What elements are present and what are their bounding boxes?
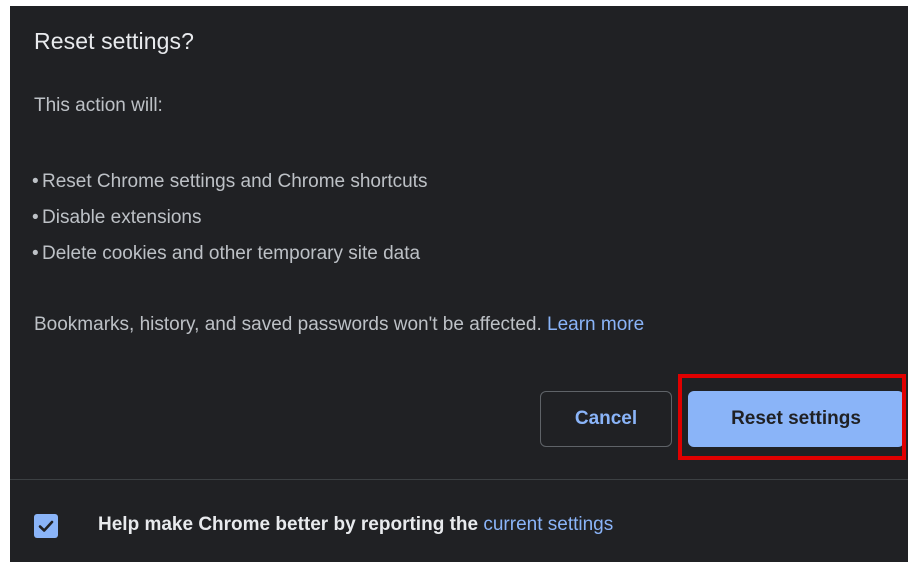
reset-settings-dialog: Reset settings? This action will: • Reset… [10, 6, 908, 562]
dialog-title: Reset settings? [34, 28, 195, 54]
list-item-text: Reset Chrome settings and Chrome shortcu… [42, 171, 428, 192]
footer-text: Help make Chrome better by reporting the [98, 514, 479, 535]
report-settings-label: Help make Chrome better by reporting the… [98, 514, 613, 536]
list-item-text: Delete cookies and other temporary site … [42, 243, 421, 264]
current-settings-link[interactable]: current settings [483, 514, 613, 535]
dialog-intro: This action will: [34, 95, 163, 116]
learn-more-link[interactable]: Learn more [547, 314, 644, 335]
reset-actions-list: • Reset Chrome settings and Chrome shortc… [32, 169, 427, 277]
list-item: • Disable extensions [32, 205, 427, 241]
cancel-button[interactable]: Cancel [540, 391, 672, 447]
list-item: • Delete cookies and other temporary site… [32, 241, 427, 277]
divider [10, 479, 908, 480]
list-item-text: Disable extensions [42, 207, 202, 228]
bullet-glyph: • [32, 243, 39, 264]
reset-settings-button[interactable]: Reset settings [688, 391, 904, 447]
dialog-note: Bookmarks, history, and saved passwords … [34, 314, 644, 336]
bullet-glyph: • [32, 207, 39, 228]
report-settings-checkbox[interactable] [34, 514, 58, 538]
check-icon [38, 520, 54, 532]
note-text: Bookmarks, history, and saved passwords … [34, 314, 542, 335]
list-item: • Reset Chrome settings and Chrome shortc… [32, 169, 427, 205]
bullet-glyph: • [32, 171, 39, 192]
